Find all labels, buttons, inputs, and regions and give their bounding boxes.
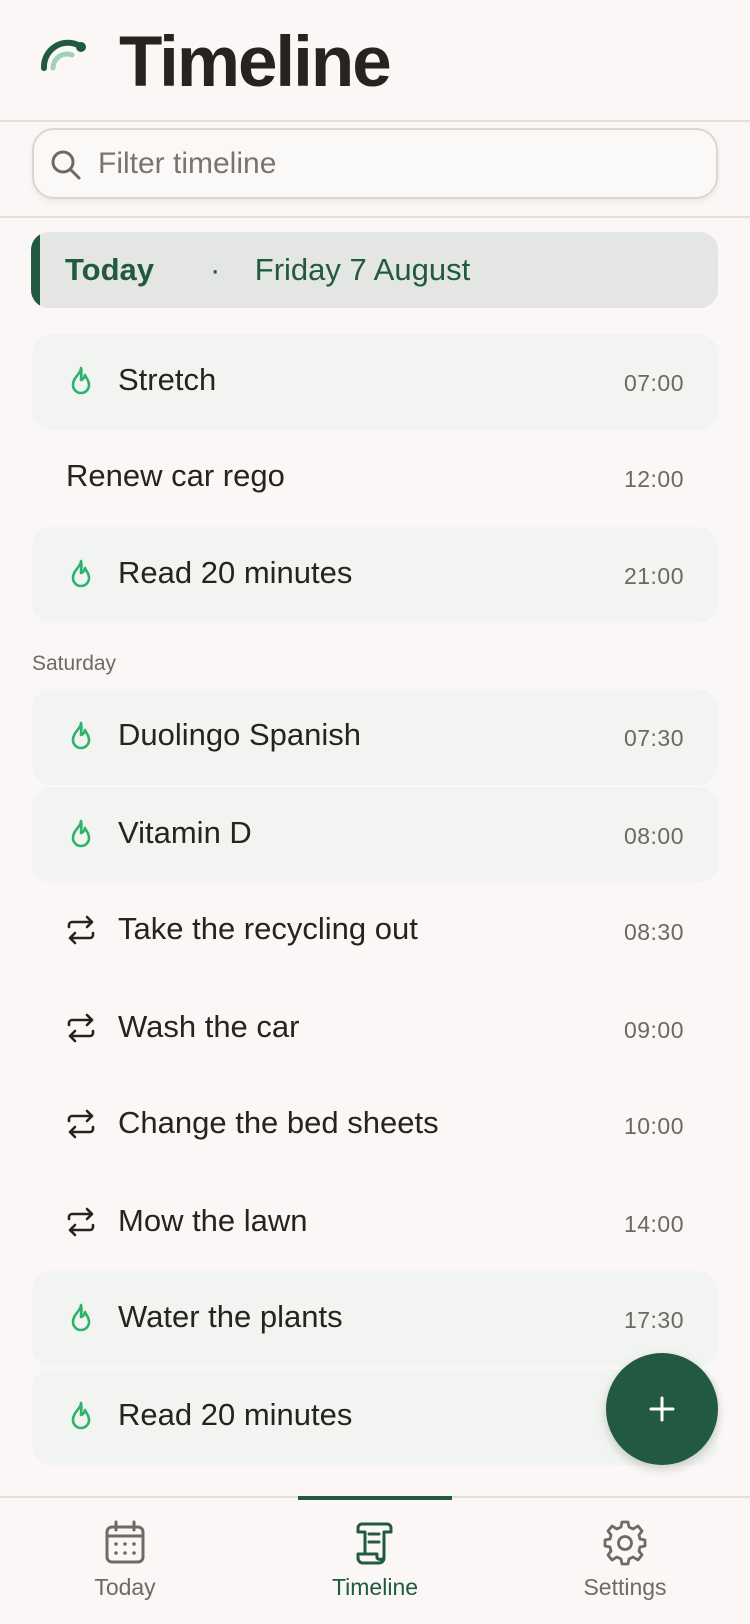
- rainbow-arc-logo-icon: [40, 39, 86, 71]
- item-time: 10:00: [623, 1113, 684, 1139]
- flame-icon: [71, 366, 91, 395]
- today-section-header: Today · Friday 7 August: [31, 232, 718, 308]
- nav-label: Today: [94, 1574, 156, 1600]
- item-time: 21:00: [623, 563, 684, 589]
- item-time: 17:30: [623, 1307, 684, 1333]
- repeat-icon: [67, 1109, 95, 1139]
- item-title: Duolingo Spanish: [118, 717, 362, 752]
- item-title: Renew car rego: [66, 458, 285, 493]
- item-time: 12:00: [623, 466, 684, 492]
- active-tab-indicator: [298, 1496, 452, 1500]
- timeline-item[interactable]: Read 20 minutes 21:00: [32, 527, 718, 623]
- gear-icon: [603, 1520, 647, 1566]
- item-title: Wash the car: [118, 1009, 300, 1044]
- item-title: Stretch: [118, 362, 217, 397]
- scroll-icon: [356, 1522, 393, 1565]
- date-text: Friday 7 August: [254, 252, 471, 287]
- timeline-item[interactable]: Water the plants 17:30: [32, 1271, 718, 1367]
- today-date: · Friday 7 August: [210, 252, 470, 288]
- timeline-item[interactable]: Wash the car 09:00: [32, 981, 718, 1077]
- flame-icon: [71, 1303, 91, 1332]
- search-icon: [51, 150, 81, 180]
- search-bar: [0, 122, 750, 218]
- nav-item-today[interactable]: Today: [35, 1520, 215, 1616]
- nav-label: Timeline: [331, 1574, 419, 1600]
- bottom-nav: Today Timeline Settings: [0, 1496, 750, 1624]
- nav-item-settings[interactable]: Settings: [535, 1520, 715, 1616]
- timeline-item[interactable]: Take the recycling out 08:30: [32, 883, 718, 979]
- timeline-item[interactable]: Duolingo Spanish 07:30: [32, 689, 718, 785]
- item-title: Change the bed sheets: [118, 1105, 439, 1140]
- app: Timeline Today · Friday 7 August Stretch…: [0, 0, 750, 1624]
- repeat-icon: [67, 915, 95, 945]
- today-label: Today: [65, 252, 154, 287]
- flame-icon: [71, 559, 91, 588]
- search-box[interactable]: [32, 128, 718, 199]
- item-title: Take the recycling out: [118, 911, 418, 946]
- search-input[interactable]: [98, 142, 698, 186]
- timeline-item[interactable]: Vitamin D 08:00: [32, 787, 718, 883]
- date-separator: ·: [210, 252, 221, 287]
- timeline-item[interactable]: Renew car rego 12:00: [32, 430, 718, 526]
- item-time: 14:00: [623, 1211, 684, 1237]
- item-title: Read 20 minutes: [118, 555, 353, 590]
- timeline-item[interactable]: Mow the lawn 14:00: [32, 1175, 718, 1271]
- item-time: 08:30: [623, 919, 684, 945]
- item-title: Vitamin D: [118, 815, 252, 850]
- nav-label: Settings: [583, 1574, 667, 1600]
- item-title: Water the plants: [118, 1299, 343, 1334]
- timeline-item[interactable]: Stretch 07:00: [32, 334, 718, 430]
- item-time: 08:00: [623, 823, 684, 849]
- item-time: 07:30: [623, 725, 684, 751]
- section-label-saturday: Saturday: [32, 652, 117, 675]
- header: Timeline: [0, 0, 750, 122]
- repeat-icon: [67, 1207, 95, 1237]
- item-time: 07:00: [623, 370, 684, 396]
- page-title: Timeline: [119, 23, 392, 102]
- repeat-icon: [67, 1013, 95, 1043]
- nav-item-timeline[interactable]: Timeline: [285, 1520, 465, 1616]
- flame-icon: [71, 721, 91, 750]
- item-title: Mow the lawn: [118, 1203, 308, 1238]
- calendar-icon: [105, 1520, 145, 1564]
- flame-icon: [71, 819, 91, 848]
- flame-icon: [71, 1401, 91, 1430]
- plus-icon: [649, 1396, 675, 1422]
- item-title: Read 20 minutes: [118, 1397, 353, 1432]
- add-item-button[interactable]: [606, 1353, 718, 1465]
- timeline-item[interactable]: Change the bed sheets 10:00: [32, 1077, 718, 1173]
- item-time: 09:00: [623, 1017, 684, 1043]
